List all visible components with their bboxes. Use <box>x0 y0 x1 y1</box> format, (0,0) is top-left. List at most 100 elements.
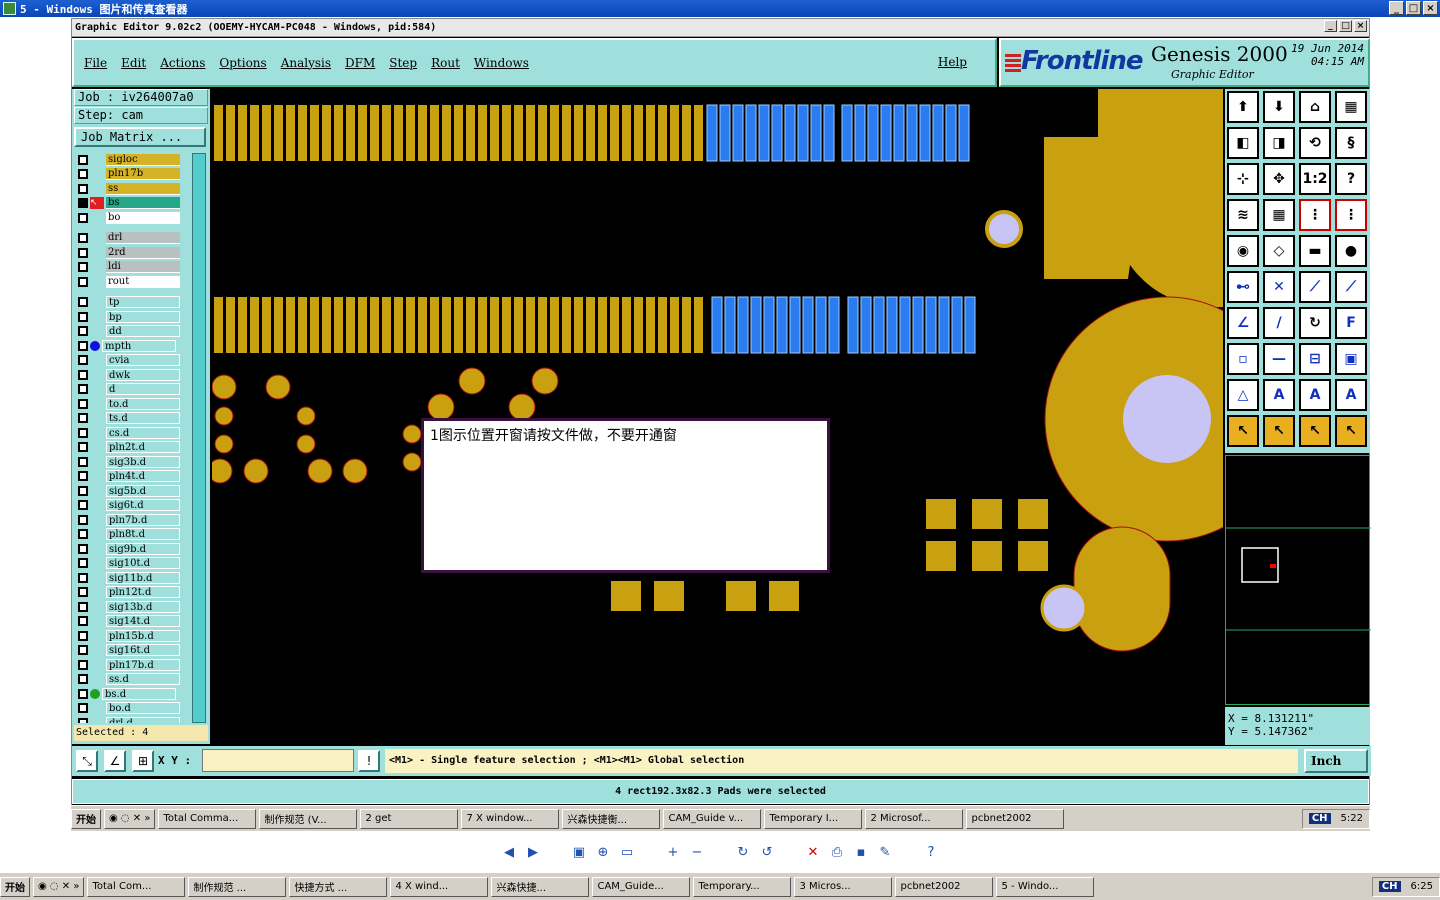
layer-checkbox[interactable] <box>78 514 88 525</box>
job-matrix-button[interactable]: Job Matrix ... <box>74 127 206 147</box>
taskbar-item[interactable]: 4 X wind... <box>390 876 489 897</box>
layer-row[interactable]: mpth <box>76 339 184 352</box>
export-icon[interactable]: ⬆ <box>1227 91 1259 123</box>
graphic-canvas[interactable] <box>212 89 1223 745</box>
layer-row[interactable]: pln4t.d <box>76 470 184 483</box>
layer-checkbox[interactable] <box>78 572 88 583</box>
layer-row[interactable]: bp <box>76 310 184 323</box>
layer-checkbox[interactable] <box>78 276 88 287</box>
taskbar-item[interactable]: CAM_Guide v... <box>663 808 762 829</box>
layer-row[interactable]: dd <box>76 325 184 338</box>
zoom-window-icon[interactable]: ⤡ <box>76 750 98 772</box>
layer-row[interactable]: sig16t.d <box>76 644 184 657</box>
minimize-button[interactable]: _ <box>1389 1 1404 15</box>
layer-checkbox[interactable] <box>78 529 88 539</box>
taskbar-item[interactable]: Total Comma... <box>158 808 257 829</box>
layer-row[interactable]: pln17b <box>76 168 184 181</box>
layer-checkbox[interactable] <box>78 183 88 194</box>
menu-windows[interactable]: Windows <box>474 56 529 70</box>
unit-selector[interactable]: Inch <box>1304 749 1368 773</box>
menu-edit[interactable]: Edit <box>121 56 146 70</box>
menu-dfm[interactable]: DFM <box>345 56 375 70</box>
layer-checkbox[interactable] <box>78 233 88 243</box>
slideshow-icon[interactable]: ▭ <box>618 843 636 861</box>
ratio-icon[interactable]: 1:2 <box>1299 163 1331 195</box>
layer-row[interactable]: ss <box>76 182 184 195</box>
layer-checkbox[interactable] <box>78 456 88 467</box>
layer-row[interactable]: tp <box>76 296 184 309</box>
edit-icon[interactable]: ✎ <box>876 843 894 861</box>
step-left-icon[interactable]: ◧ <box>1227 127 1259 159</box>
taskbar-item[interactable]: pcbnet2002 <box>966 808 1065 829</box>
taskbar-item[interactable]: 制作规范 ... <box>188 876 287 897</box>
import-icon[interactable]: ⬇ <box>1263 91 1295 123</box>
pad-move-icon[interactable]: ▫ <box>1227 343 1259 375</box>
delete-icon[interactable]: ✕ <box>804 843 822 861</box>
taskbar-item[interactable]: 兴森快捷衡... <box>562 808 661 829</box>
start-button[interactable]: 开始 <box>71 808 101 829</box>
layer-row[interactable]: bs.d <box>76 687 184 700</box>
xy-input[interactable] <box>202 749 354 772</box>
layer-row[interactable]: 2rd <box>76 246 184 259</box>
layer-row[interactable]: sig3b.d <box>76 455 184 468</box>
target-icon[interactable]: ● <box>1335 235 1367 267</box>
home-icon[interactable]: ⌂ <box>1299 91 1331 123</box>
pointer3-icon[interactable]: ↖ <box>1299 415 1331 447</box>
layer-row[interactable]: sig14t.d <box>76 615 184 628</box>
layer-row[interactable]: cvia <box>76 354 184 367</box>
layer-checkbox[interactable] <box>78 558 88 568</box>
layer-row[interactable]: sigloc <box>76 153 184 166</box>
taskbar-item[interactable]: 制作规范 (V... <box>259 808 358 829</box>
pointer-icon[interactable]: ↖ <box>1227 415 1259 447</box>
triangle-icon[interactable]: △ <box>1227 379 1259 411</box>
rotate-clockwise-icon[interactable]: ↻ <box>734 843 752 861</box>
arc-icon[interactable]: ↻ <box>1299 307 1331 339</box>
angle-icon[interactable]: ∠ <box>1227 307 1259 339</box>
node-icon[interactable]: ⊟ <box>1299 343 1331 375</box>
layer-checkbox[interactable] <box>78 326 88 336</box>
language-indicator[interactable]: CH <box>1378 881 1401 892</box>
zoom-in-icon[interactable]: + <box>664 843 682 861</box>
layer-checkbox[interactable] <box>78 616 88 626</box>
line-icon[interactable]: — <box>1263 343 1295 375</box>
layer-checkbox[interactable] <box>78 630 88 641</box>
help-icon[interactable]: ? <box>922 843 940 861</box>
zoom-fit-icon[interactable]: ⊹ <box>1227 163 1259 195</box>
pointer2-icon[interactable]: ↖ <box>1263 415 1295 447</box>
layer-checkbox[interactable] <box>78 169 88 179</box>
layer-checkbox[interactable] <box>78 413 88 423</box>
line-node-icon[interactable]: ⟋ <box>1299 271 1331 303</box>
layer-row[interactable]: pln2t.d <box>76 441 184 454</box>
maximize-button[interactable]: □ <box>1406 1 1421 15</box>
layer-checkbox[interactable] <box>78 355 88 365</box>
layer-row[interactable]: d <box>76 383 184 396</box>
layer-row[interactable]: bo <box>76 211 184 224</box>
pointer4-icon[interactable]: ↖ <box>1335 415 1367 447</box>
menu-help[interactable]: Help <box>938 55 967 69</box>
query-icon[interactable]: ? <box>1335 163 1367 195</box>
line-node2-icon[interactable]: ⟋ <box>1335 271 1367 303</box>
measure-icon[interactable]: ∠ <box>104 750 126 772</box>
alert-icon[interactable]: ! <box>358 750 380 772</box>
start-button[interactable]: 开始 <box>0 876 30 897</box>
layer-row[interactable]: pln7b.d <box>76 513 184 526</box>
snap-icon[interactable]: § <box>1335 127 1367 159</box>
taskbar-item[interactable]: Temporary I... <box>764 808 863 829</box>
layer-checkbox[interactable] <box>78 500 88 510</box>
layer-checkbox[interactable] <box>78 717 88 723</box>
group-icon[interactable]: ▣ <box>1335 343 1367 375</box>
mirror-icon[interactable]: ⟲ <box>1299 127 1331 159</box>
layer-checkbox[interactable] <box>78 340 88 351</box>
language-indicator[interactable]: CH <box>1308 813 1331 824</box>
taskbar-item[interactable]: 3 Micros... <box>794 876 893 897</box>
taskbar-item[interactable]: 2 get <box>360 808 459 829</box>
menu-options[interactable]: Options <box>219 56 266 70</box>
best-fit-icon[interactable]: ▣ <box>570 843 588 861</box>
quick-launch-icons[interactable]: ◉ ◌ ✕ » <box>33 876 85 897</box>
taskbar-item[interactable]: Total Com... <box>87 876 186 897</box>
layer-row[interactable]: ss.d <box>76 673 184 686</box>
layer-stack-icon[interactable]: ≋ <box>1227 199 1259 231</box>
layer-row[interactable]: bo.d <box>76 702 184 715</box>
layer-checkbox[interactable] <box>78 427 88 438</box>
layer-row[interactable]: ldi <box>76 261 184 274</box>
